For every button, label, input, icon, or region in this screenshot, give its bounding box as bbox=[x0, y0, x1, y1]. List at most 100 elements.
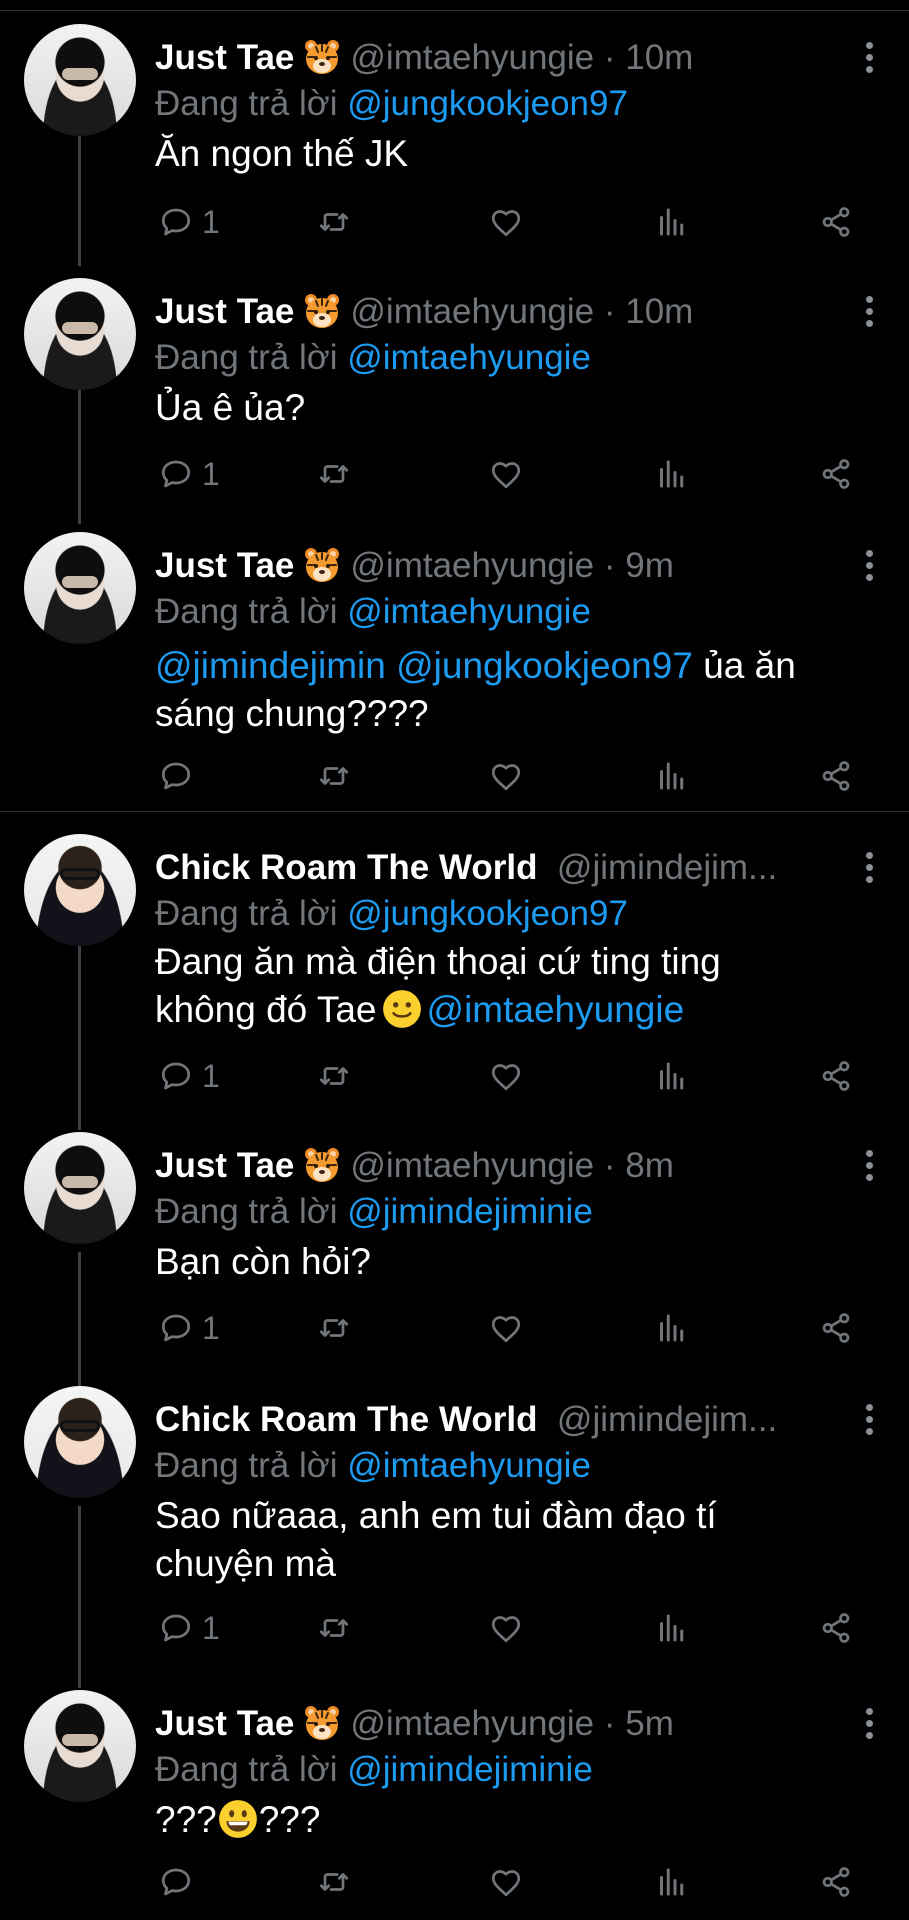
tweet[interactable]: Just Tae @imtaehyungie · 8m Đang trả lời … bbox=[0, 1120, 909, 1374]
mention-link[interactable]: @jungkookjeon97 bbox=[396, 645, 693, 686]
reply-to-handle[interactable]: @jimindejiminie bbox=[347, 1192, 593, 1231]
replying-label: Đang trả lời bbox=[155, 894, 338, 933]
tweet[interactable]: Just Tae @imtaehyungie · 10m Đang trả lời… bbox=[0, 12, 909, 266]
reply-to-handle[interactable]: @imtaehyungie bbox=[347, 1446, 591, 1485]
display-name[interactable]: Just Tae bbox=[155, 292, 294, 331]
views-button[interactable] bbox=[654, 1306, 690, 1350]
retweet-button[interactable] bbox=[316, 1606, 352, 1650]
like-button[interactable] bbox=[488, 452, 524, 496]
tweet-header: Chick Roam The World @jimindejim... bbox=[155, 844, 815, 892]
user-handle[interactable]: @imtaehyungie bbox=[350, 292, 594, 331]
user-handle[interactable]: @imtaehyungie bbox=[350, 1146, 594, 1185]
user-handle[interactable]: @imtaehyungie bbox=[350, 38, 594, 77]
tweet-text-content: Sao nữaaa, anh em tui đàm đạo tí bbox=[155, 1495, 717, 1536]
tweet-actions bbox=[158, 754, 858, 798]
bar-chart-icon bbox=[654, 758, 690, 794]
like-button[interactable] bbox=[488, 200, 524, 244]
tweet[interactable]: Just Tae @imtaehyungie · 5m Đang trả lời … bbox=[0, 1678, 909, 1920]
reply-to-handle[interactable]: @imtaehyungie bbox=[347, 338, 591, 377]
tweet[interactable]: Chick Roam The World @jimindejim... Đang… bbox=[0, 822, 909, 1122]
reply-to-handle[interactable]: @jimindejiminie bbox=[347, 1750, 593, 1789]
share-button[interactable] bbox=[818, 1860, 854, 1904]
user-handle[interactable]: @jimindejim... bbox=[557, 1400, 777, 1439]
more-options-icon[interactable] bbox=[863, 1404, 875, 1440]
views-button[interactable] bbox=[654, 452, 690, 496]
like-button[interactable] bbox=[488, 1054, 524, 1098]
like-button[interactable] bbox=[488, 1860, 524, 1904]
like-button[interactable] bbox=[488, 1606, 524, 1650]
share-button[interactable] bbox=[818, 452, 854, 496]
more-options-icon[interactable] bbox=[863, 852, 875, 888]
reply-to-handle[interactable]: @jungkookjeon97 bbox=[347, 84, 628, 123]
more-options-icon[interactable] bbox=[863, 42, 875, 78]
user-handle[interactable]: @jimindejim... bbox=[557, 848, 777, 887]
share-button[interactable] bbox=[818, 1606, 854, 1650]
retweet-button[interactable] bbox=[316, 452, 352, 496]
tiger-emoji-icon bbox=[302, 545, 342, 585]
retweet-icon bbox=[316, 1310, 352, 1346]
like-button[interactable] bbox=[488, 754, 524, 798]
tweet[interactable]: Chick Roam The World @jimindejim... Đang… bbox=[0, 1374, 909, 1674]
timestamp: · 5m bbox=[603, 1704, 674, 1743]
avatar[interactable] bbox=[24, 1132, 136, 1244]
replying-label: Đang trả lời bbox=[155, 592, 338, 631]
avatar[interactable] bbox=[24, 834, 136, 946]
avatar[interactable] bbox=[24, 532, 136, 644]
reply-to-handle[interactable]: @imtaehyungie bbox=[347, 592, 591, 631]
reply-button[interactable] bbox=[158, 754, 202, 798]
retweet-button[interactable] bbox=[316, 754, 352, 798]
share-icon bbox=[818, 758, 854, 794]
display-name[interactable]: Chick Roam The World bbox=[155, 848, 537, 887]
reply-button[interactable]: 1 bbox=[158, 452, 220, 496]
user-handle[interactable]: @imtaehyungie bbox=[350, 1704, 594, 1743]
tweet[interactable]: Just Tae @imtaehyungie · 10m Đang trả lời… bbox=[0, 266, 909, 520]
display-name[interactable]: Just Tae bbox=[155, 1146, 294, 1185]
retweet-button[interactable] bbox=[316, 1860, 352, 1904]
mention-link[interactable]: @imtaehyungie bbox=[427, 989, 685, 1030]
reply-button[interactable]: 1 bbox=[158, 1306, 220, 1350]
views-button[interactable] bbox=[654, 754, 690, 798]
avatar[interactable] bbox=[24, 24, 136, 136]
reply-button[interactable]: 1 bbox=[158, 1054, 220, 1098]
more-options-icon[interactable] bbox=[863, 1150, 875, 1186]
display-name[interactable]: Just Tae bbox=[155, 546, 294, 585]
reply-button[interactable]: 1 bbox=[158, 200, 220, 244]
display-name[interactable]: Just Tae bbox=[155, 1704, 294, 1743]
user-handle[interactable]: @imtaehyungie bbox=[350, 546, 594, 585]
views-button[interactable] bbox=[654, 1054, 690, 1098]
share-icon bbox=[818, 1310, 854, 1346]
reply-to-handle[interactable]: @jungkookjeon97 bbox=[347, 894, 628, 933]
retweet-button[interactable] bbox=[316, 200, 352, 244]
replying-to: Đang trả lời @jungkookjeon97 bbox=[155, 890, 628, 938]
display-name[interactable]: Chick Roam The World bbox=[155, 1400, 537, 1439]
tweet[interactable]: Just Tae @imtaehyungie · 9m Đang trả lời … bbox=[0, 520, 909, 810]
tweet-actions: 1 bbox=[158, 452, 858, 496]
views-button[interactable] bbox=[654, 200, 690, 244]
avatar[interactable] bbox=[24, 1690, 136, 1802]
share-icon bbox=[818, 1058, 854, 1094]
like-button[interactable] bbox=[488, 1306, 524, 1350]
tweet-text-content: chuyện mà bbox=[155, 1543, 336, 1584]
share-button[interactable] bbox=[818, 1306, 854, 1350]
reply-count: 1 bbox=[202, 203, 220, 240]
share-button[interactable] bbox=[818, 754, 854, 798]
more-options-icon[interactable] bbox=[863, 1708, 875, 1744]
more-options-icon[interactable] bbox=[863, 550, 875, 586]
more-options-icon[interactable] bbox=[863, 296, 875, 332]
display-name[interactable]: Just Tae bbox=[155, 38, 294, 77]
views-button[interactable] bbox=[654, 1606, 690, 1650]
share-button[interactable] bbox=[818, 200, 854, 244]
speech-bubble-icon bbox=[158, 758, 194, 794]
reply-count: 1 bbox=[202, 1057, 220, 1094]
mention-link[interactable]: @jimindejimin bbox=[155, 645, 386, 686]
retweet-button[interactable] bbox=[316, 1306, 352, 1350]
reply-button[interactable]: 1 bbox=[158, 1606, 220, 1650]
views-button[interactable] bbox=[654, 1860, 690, 1904]
share-button[interactable] bbox=[818, 1054, 854, 1098]
tweet-text: Bạn còn hỏi? bbox=[155, 1238, 875, 1286]
reply-button[interactable] bbox=[158, 1860, 202, 1904]
tiger-emoji-icon bbox=[302, 291, 342, 331]
retweet-button[interactable] bbox=[316, 1054, 352, 1098]
avatar[interactable] bbox=[24, 1386, 136, 1498]
avatar[interactable] bbox=[24, 278, 136, 390]
